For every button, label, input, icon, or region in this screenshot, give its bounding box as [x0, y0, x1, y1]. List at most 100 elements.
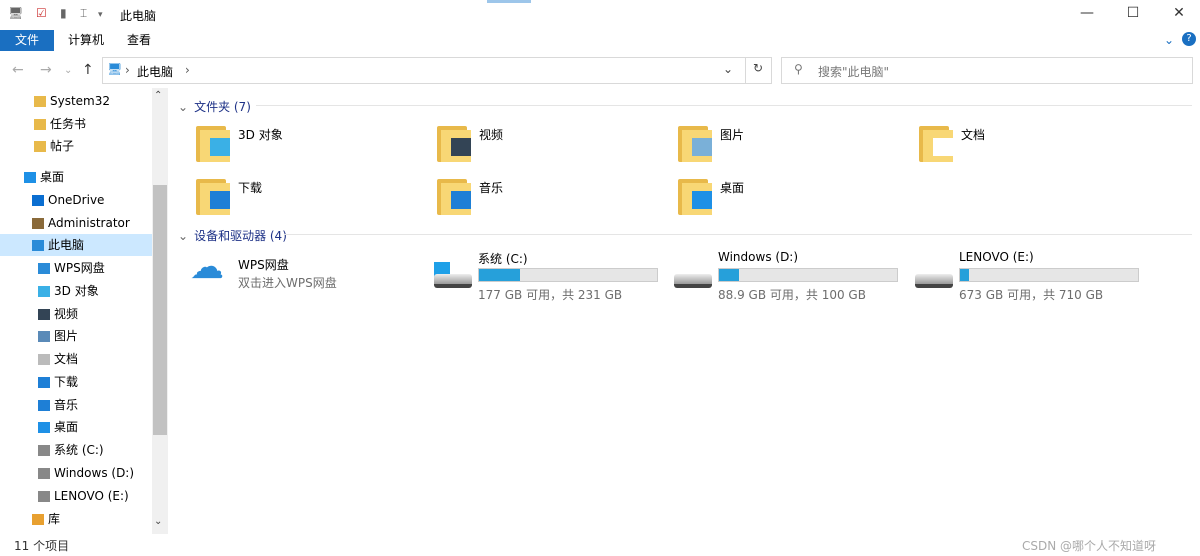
folder-name: 音乐 [479, 181, 504, 195]
forward-button[interactable]: → [40, 62, 52, 78]
drive-space: 673 GB 可用，共 710 GB [959, 288, 1104, 302]
folder-name: 文档 [961, 128, 986, 142]
sidebar-item[interactable]: 下载 [0, 371, 152, 393]
address-dropdown-icon[interactable]: ⌄ [723, 62, 733, 76]
scroll-down-icon[interactable]: ⌄ [154, 516, 162, 527]
sidebar-item[interactable]: 音乐 [0, 394, 152, 416]
devices-section-header[interactable]: ⌄ 设备和驱动器 (4) [178, 227, 287, 244]
folder-item[interactable]: 3D 对象 [196, 120, 426, 170]
sidebar-item[interactable]: 视频 [0, 303, 152, 325]
tab-computer[interactable]: 计算机 [56, 30, 116, 51]
sidebar-item-label: 图片 [54, 329, 79, 343]
folders-section-header[interactable]: ⌄ 文件夹 (7) [178, 98, 251, 115]
folder-icon [34, 119, 46, 130]
sidebar-item-label: Administrator [48, 216, 130, 230]
refresh-button[interactable]: ↻ [753, 61, 763, 75]
folder-icon [34, 141, 46, 152]
maximize-button[interactable]: ☐ [1118, 5, 1148, 21]
sidebar-item[interactable]: 桌面 [0, 416, 152, 438]
sidebar-item[interactable]: 任务书 [0, 113, 152, 135]
sidebar-item[interactable]: 3D 对象 [0, 280, 152, 302]
expand-ribbon-icon[interactable]: ⌄ [1164, 33, 1174, 47]
sidebar-item[interactable]: 帖子 [0, 135, 152, 157]
title-bar: 🖥 ☑ ▮ ⌶ ▾ 此电脑 — ☐ ✕ [0, 0, 1200, 30]
drive-icon [434, 274, 472, 288]
sidebar-item-label: 任务书 [50, 117, 87, 131]
sidebar-item[interactable]: 桌面 [0, 166, 152, 188]
sidebar-item[interactable]: LENOVO (E:) [0, 485, 152, 507]
tab-view[interactable]: 查看 [115, 30, 163, 51]
folder-item[interactable]: 桌面 [678, 173, 908, 223]
properties-icon[interactable]: ☑ [36, 6, 47, 20]
user-icon [32, 218, 44, 229]
drive-item[interactable]: LENOVO (E:) 673 GB 可用，共 710 GB [913, 250, 1153, 310]
drive-space: 88.9 GB 可用，共 100 GB [718, 288, 866, 302]
download-icon [38, 377, 50, 388]
sidebar-item[interactable]: 图片 [0, 325, 152, 347]
sidebar-item[interactable]: 系统 (C:) [0, 439, 152, 461]
address-bar[interactable]: 🖥 › 此电脑 › ⌄ ↻ [102, 57, 772, 84]
folder-item[interactable]: 下载 [196, 173, 426, 223]
status-item-count: 11 个项目 [14, 539, 70, 553]
folder-name: 3D 对象 [238, 128, 283, 142]
sidebar-item[interactable]: 库 [0, 508, 152, 530]
wps-cloud-item[interactable]: ☁ WPS网盘 双击进入WPS网盘 [190, 247, 420, 302]
help-icon[interactable]: ? [1182, 32, 1196, 46]
cube-icon [38, 286, 50, 297]
breadcrumb-this-pc[interactable]: 此电脑 [137, 63, 173, 80]
sidebar-item-label: 桌面 [40, 170, 65, 184]
folder-item[interactable]: 文档 [919, 120, 1149, 170]
folder-icon [34, 96, 46, 107]
divider [284, 234, 1192, 235]
drive-item[interactable]: 系统 (C:) 177 GB 可用，共 231 GB [432, 250, 672, 310]
up-button[interactable]: ↑ [82, 62, 94, 78]
close-button[interactable]: ✕ [1164, 5, 1194, 21]
wps-cloud-icon [38, 263, 50, 274]
navigation-pane: System32 任务书 帖子 桌面 OneDrive Administrator 此电脑 W… [0, 88, 168, 534]
folder-icon [437, 124, 471, 162]
wps-cloud-icon: ☁ [190, 247, 224, 287]
drive-item[interactable]: Windows (D:) 88.9 GB 可用，共 100 GB [672, 250, 912, 310]
back-button[interactable]: ← [12, 62, 24, 78]
divider [745, 58, 746, 83]
sidebar-item[interactable]: WPS网盘 [0, 257, 152, 279]
chevron-right-icon: › [125, 63, 130, 77]
computer-icon: 🖥 [107, 62, 123, 76]
desktop-icon [38, 422, 50, 433]
new-folder-icon[interactable]: ▮ [60, 6, 67, 20]
desktop-icon [24, 172, 36, 183]
search-input[interactable]: ⚲ 搜索"此电脑" [781, 57, 1193, 84]
sidebar-item-label: 视频 [54, 307, 79, 321]
sidebar-item[interactable]: System32 [0, 90, 152, 112]
minimize-button[interactable]: — [1072, 5, 1102, 21]
drive-usage-bar [959, 268, 1139, 282]
folder-item[interactable]: 图片 [678, 120, 908, 170]
scroll-up-icon[interactable]: ⌃ [154, 90, 162, 101]
sidebar-item[interactable]: 文档 [0, 348, 152, 370]
folder-item[interactable]: 音乐 [437, 173, 667, 223]
drive-name: 系统 (C:) [478, 252, 528, 266]
folder-name: 桌面 [720, 181, 745, 195]
drive-usage-bar [718, 268, 898, 282]
rename-icon[interactable]: ⌶ [80, 6, 87, 21]
sidebar-item-label: 音乐 [54, 398, 79, 412]
drive-name: Windows (D:) [718, 250, 799, 264]
sidebar-item[interactable]: Windows (D:) [0, 462, 152, 484]
music-icon [38, 400, 50, 411]
recent-dropdown-icon[interactable]: ⌄ [64, 65, 72, 76]
customize-dropdown-icon[interactable]: ▾ [98, 10, 103, 20]
tab-file[interactable]: 文件 [0, 30, 54, 51]
drive-icon [38, 491, 50, 502]
sidebar-item[interactable]: OneDrive [0, 189, 152, 211]
window-title: 此电脑 [120, 9, 157, 23]
drive-usage-fill [960, 269, 969, 281]
sidebar-item[interactable]: 此电脑 [0, 234, 152, 256]
picture-icon [38, 331, 50, 342]
sidebar-item[interactable]: Administrator [0, 212, 152, 234]
chevron-right-icon[interactable]: › [185, 63, 190, 77]
folder-item[interactable]: 视频 [437, 120, 667, 170]
library-icon [32, 514, 44, 525]
scrollbar-thumb[interactable] [153, 185, 167, 435]
folder-name: 下载 [238, 181, 263, 195]
sidebar-item-label: LENOVO (E:) [54, 489, 129, 503]
